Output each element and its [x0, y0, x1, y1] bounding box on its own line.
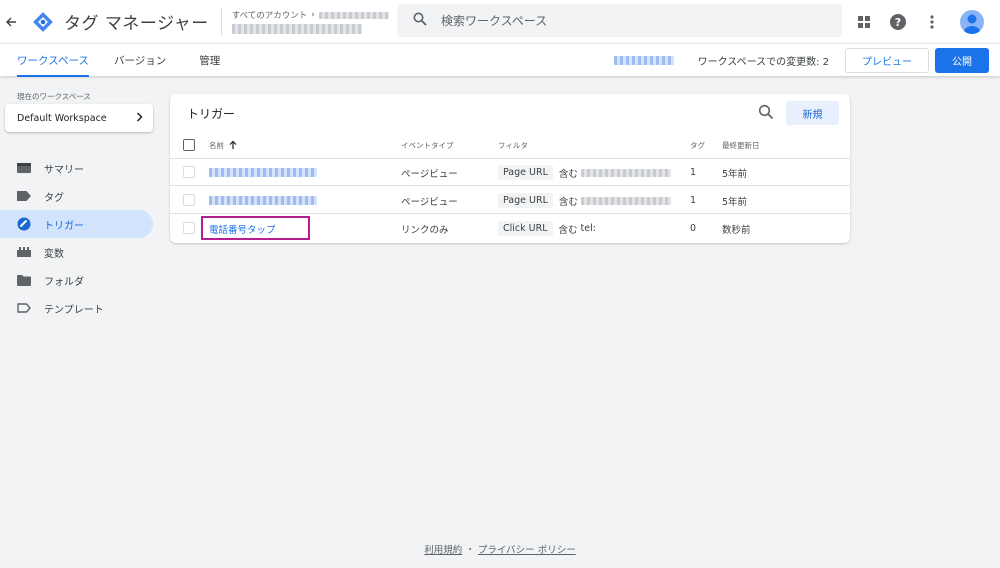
event-type: ページビュー: [401, 196, 458, 208]
redacted-container-name: [231, 24, 362, 34]
workspace-selector[interactable]: Default Workspace: [5, 104, 153, 132]
column-header-tags[interactable]: タグ: [690, 132, 705, 159]
filter-value: tel:: [580, 223, 596, 234]
apps-grid-icon[interactable]: [854, 12, 874, 32]
top-app-bar: タグ マネージャー すべてのアカウント › 検索ワークスペース ?: [0, 0, 1000, 43]
event-type: リンクのみ: [401, 224, 449, 236]
column-header-filter[interactable]: フィルタ: [498, 132, 528, 159]
terms-link[interactable]: 利用規約: [424, 545, 462, 556]
workspace-changes-count: ワークスペースでの変更数: 2: [697, 57, 829, 68]
trigger-name: 電話番号タップ: [209, 224, 276, 236]
column-header-last-edited[interactable]: 最終更新日: [722, 132, 760, 159]
filter-cell: Click URL 含む tel:: [498, 215, 596, 242]
table-row[interactable]: 電話番号タップ リンクのみ Click URL 含む tel: 0 数秒前: [170, 215, 850, 242]
more-vert-icon[interactable]: [922, 12, 942, 32]
redacted-trigger-name: [209, 168, 317, 177]
trigger-name-link[interactable]: [209, 187, 317, 214]
redacted-filter-value: [580, 196, 671, 205]
filter-variable-chip: Page URL: [498, 165, 553, 180]
tab-admin[interactable]: 管理: [199, 44, 220, 77]
sidebar-item-label: サマリー: [44, 164, 84, 176]
svg-text:?: ?: [895, 16, 901, 29]
tag-icon: [17, 189, 31, 203]
footer-separator: ・: [465, 545, 475, 556]
filter-cell: Page URL 含む: [498, 187, 671, 214]
trigger-name-link[interactable]: 電話番号タップ: [209, 215, 276, 242]
redacted-trigger-name: [209, 196, 317, 205]
table-header: 名前 イベントタイプ フィルタ タグ 最終更新日: [170, 132, 850, 159]
row-checkbox[interactable]: [183, 222, 195, 234]
row-checkbox[interactable]: [183, 194, 195, 206]
filter-variable-chip: Click URL: [498, 221, 553, 236]
tag-count: 0: [690, 223, 697, 234]
triggers-card: トリガー 新規 名前 イベントタイプ フィルタ タグ 最終更新日 ページビュー …: [170, 94, 850, 243]
trigger-icon: [17, 217, 31, 231]
select-all-checkbox[interactable]: [183, 139, 195, 151]
filter-operator: 含む: [558, 224, 578, 236]
template-icon: [17, 301, 31, 315]
folder-icon: [17, 273, 31, 287]
filter-variable-chip: Page URL: [498, 193, 553, 208]
search-placeholder: 検索ワークスペース: [441, 14, 548, 28]
event-type: ページビュー: [401, 168, 458, 180]
filter-operator: 含む: [558, 196, 578, 208]
column-header-name[interactable]: 名前: [209, 132, 237, 159]
publish-button[interactable]: 公開: [935, 48, 989, 73]
sidebar-item-label: 変数: [44, 248, 64, 260]
table-row[interactable]: ページビュー Page URL 含む 1 5年前: [170, 187, 850, 214]
last-edited: 数秒前: [722, 224, 751, 236]
overview-icon: [17, 161, 31, 175]
sidebar-item-overview[interactable]: サマリー: [0, 154, 153, 182]
workspace-subnav: ワークスペース バージョン 管理 ワークスペースでの変更数: 2 プレビュー 公…: [0, 43, 1000, 77]
redacted-account-name: [318, 11, 389, 19]
all-accounts-link[interactable]: すべてのアカウント: [232, 9, 308, 21]
tab-workspace[interactable]: ワークスペース: [17, 44, 89, 77]
arrow-upward-icon: [229, 140, 237, 151]
card-title: トリガー: [187, 107, 236, 121]
sidebar-item-triggers[interactable]: トリガー: [0, 210, 153, 238]
tag-manager-logo-icon: [32, 11, 54, 33]
sidebar-item-folders[interactable]: フォルダ: [0, 266, 153, 294]
preview-button[interactable]: プレビュー: [845, 48, 929, 73]
workspace-name: Default Workspace: [17, 112, 107, 124]
sidebar-item-label: トリガー: [44, 220, 84, 232]
tag-count: 1: [690, 167, 697, 178]
privacy-policy-link[interactable]: プライバシー ポリシー: [478, 545, 576, 556]
chevron-right-icon: [136, 111, 143, 125]
variables-icon: [17, 245, 31, 259]
search-input[interactable]: 検索ワークスペース: [397, 4, 842, 37]
tag-count: 1: [690, 195, 697, 206]
filter-operator: 含む: [558, 168, 578, 180]
filter-cell: Page URL 含む: [498, 159, 671, 186]
last-edited: 5年前: [722, 196, 748, 208]
back-arrow-icon[interactable]: [0, 0, 22, 43]
sidebar-nav: サマリー タグ トリガー 変数 フォルダ テンプレート: [0, 154, 153, 322]
app-title: タグ マネージャー: [64, 14, 209, 34]
sidebar-item-variables[interactable]: 変数: [0, 238, 153, 266]
sidebar-item-label: テンプレート: [44, 304, 104, 316]
search-icon: [413, 11, 427, 30]
table-row[interactable]: ページビュー Page URL 含む 1 5年前: [170, 159, 850, 186]
sidebar-item-templates[interactable]: テンプレート: [0, 294, 153, 322]
sidebar-item-tags[interactable]: タグ: [0, 182, 153, 210]
new-trigger-button[interactable]: 新規: [786, 101, 839, 125]
chevron-right-icon: ›: [311, 10, 315, 20]
sidebar-item-label: タグ: [44, 192, 64, 204]
account-avatar-icon[interactable]: [960, 9, 984, 34]
column-header-event-type[interactable]: イベントタイプ: [401, 132, 454, 159]
column-header-label: 名前: [209, 141, 224, 150]
tab-versions[interactable]: バージョン: [114, 44, 166, 77]
last-edited: 5年前: [722, 168, 748, 180]
divider: [220, 7, 222, 36]
current-workspace-label: 現在のワークスペース: [17, 92, 91, 101]
trigger-name-link[interactable]: [209, 159, 317, 186]
row-checkbox[interactable]: [183, 166, 195, 178]
sidebar-item-label: フォルダ: [44, 276, 84, 288]
footer: 利用規約 ・ プライバシー ポリシー: [0, 542, 1000, 556]
redacted-workspace-id: [613, 56, 674, 65]
help-icon[interactable]: ?: [888, 12, 908, 32]
search-icon[interactable]: [758, 104, 774, 120]
account-switcher[interactable]: すべてのアカウント ›: [231, 9, 389, 34]
redacted-filter-value: [580, 168, 671, 177]
